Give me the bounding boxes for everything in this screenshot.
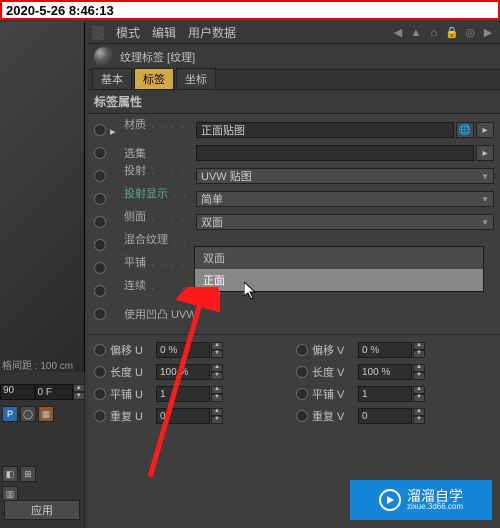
input-length-u[interactable]: [156, 364, 210, 380]
radio-length-u[interactable]: [94, 366, 106, 378]
circle-icon-button[interactable]: ◯: [20, 406, 36, 422]
row-selection: 选集 ▸: [94, 142, 494, 164]
tool-icon-1[interactable]: ◧: [2, 466, 18, 482]
input-material[interactable]: [196, 122, 454, 138]
watermark-brand: 溜溜自学: [407, 489, 463, 503]
radio-tile-v[interactable]: [296, 388, 308, 400]
target-icon[interactable]: ◎: [462, 25, 478, 41]
radio-tile[interactable]: [94, 262, 106, 274]
label-repeat-v: 重复 V: [312, 408, 358, 424]
lock-icon[interactable]: 🔒: [444, 25, 460, 41]
radio-length-v[interactable]: [296, 366, 308, 378]
props-body: ▸ 材质 . . . . . 🌐 ▸ 选集 ▸: [88, 114, 500, 330]
frame-field[interactable]: 90: [0, 384, 35, 400]
label-repeat-u: 重复 U: [110, 408, 156, 424]
row-usebump: 使用凹凸 UVW: [94, 303, 494, 325]
section-header: 标签属性: [88, 90, 500, 114]
dropdown-projdisplay[interactable]: 简单▼: [196, 191, 494, 207]
radio-usebump[interactable]: [94, 308, 106, 320]
menu-userdata[interactable]: 用户数据: [182, 24, 242, 41]
spin-up-icon[interactable]: ▲: [211, 342, 223, 350]
row-material: ▸ 材质 . . . . . 🌐 ▸: [94, 119, 494, 141]
grip-icon[interactable]: [92, 26, 104, 40]
radio-blend[interactable]: [94, 239, 106, 251]
radio-repeat-v[interactable]: [296, 410, 308, 422]
nav-fwd-icon[interactable]: ▶: [480, 25, 496, 41]
timestamp-bar: 2020-5-26 8:46:13: [0, 0, 500, 20]
grid-spacing-label: 格间距 : 100 cm: [2, 357, 73, 372]
input-tile-v[interactable]: [358, 386, 412, 402]
label-selection: 选集: [124, 145, 196, 161]
p-icon-button[interactable]: P: [2, 406, 18, 422]
input-offset-u[interactable]: [156, 342, 210, 358]
top-toolbar: 模式 编辑 用户数据 ◀ ▲ ⌂ 🔒 ◎ ▶: [88, 22, 500, 44]
tab-tag[interactable]: 标签: [134, 68, 174, 89]
radio-continuous[interactable]: [94, 285, 106, 297]
material-picker-icon[interactable]: ▸: [476, 122, 494, 138]
radio-projdisplay[interactable]: [94, 193, 106, 205]
nav-up-icon[interactable]: ▲: [408, 25, 424, 41]
left-panel: 格间距 : 100 cm 90 ▲ ▼ P ◯ ▦ ◧ ⊞ ▥: [0, 22, 85, 528]
tab-basic[interactable]: 基本: [92, 68, 132, 89]
side-dropdown-popup: 双面 正面: [194, 246, 484, 292]
nav-home-icon[interactable]: ⌂: [426, 25, 442, 41]
label-offset-v: 偏移 V: [312, 342, 358, 358]
label-usebump: 使用凹凸 UVW: [124, 306, 197, 322]
watermark: 溜溜自学 zixue.3d66.com: [350, 480, 492, 520]
uv-grid: 偏移 U ▲▼ 偏移 V ▲▼ 长度 U ▲▼: [88, 334, 500, 431]
link-icon: ▸: [110, 125, 120, 135]
label-length-v: 长度 V: [312, 364, 358, 380]
watermark-url: zixue.3d66.com: [407, 503, 463, 511]
temperature-field[interactable]: [35, 384, 73, 400]
label-offset-u: 偏移 U: [110, 342, 156, 358]
timestamp-text: 2020-5-26 8:46:13: [6, 3, 114, 18]
input-repeat-u[interactable]: [156, 408, 210, 424]
label-continuous: 连续 . . . . .: [124, 277, 196, 305]
label-tile-u: 平铺 U: [110, 386, 156, 402]
tabs-row: 基本 标签 坐标: [88, 70, 500, 90]
radio-side[interactable]: [94, 216, 106, 228]
radio-material[interactable]: [94, 124, 106, 136]
spin-up[interactable]: ▲: [73, 384, 85, 392]
play-icon: [379, 489, 401, 511]
material-preview-icon[interactable]: 🌐: [456, 122, 474, 138]
dropdown-option-both[interactable]: 双面: [195, 247, 483, 269]
label-material: 材质 . . . . .: [124, 116, 196, 144]
selection-picker-icon[interactable]: ▸: [476, 145, 494, 161]
radio-offset-u[interactable]: [94, 344, 106, 356]
row-projection: 投射 . . . . . UVW 贴图▼: [94, 165, 494, 187]
input-tile-u[interactable]: [156, 386, 210, 402]
dropdown-side[interactable]: 双面▼: [196, 214, 494, 230]
row-side: 侧面 . . . . . 双面▼: [94, 211, 494, 233]
tab-coord[interactable]: 坐标: [176, 68, 216, 89]
dropdown-projection[interactable]: UVW 贴图▼: [196, 168, 494, 184]
dropdown-option-front[interactable]: 正面: [195, 269, 483, 291]
film-icon-button[interactable]: ▦: [38, 406, 54, 422]
material-sphere-icon: [94, 47, 114, 67]
input-selection[interactable]: [196, 145, 474, 161]
label-length-u: 长度 U: [110, 364, 156, 380]
radio-offset-v[interactable]: [296, 344, 308, 356]
menu-edit[interactable]: 编辑: [146, 24, 182, 41]
spin-down[interactable]: ▼: [73, 392, 85, 400]
tool-icon-2[interactable]: ⊞: [20, 466, 36, 482]
menu-mode[interactable]: 模式: [110, 24, 146, 41]
input-repeat-v[interactable]: [358, 408, 412, 424]
radio-tile-u[interactable]: [94, 388, 106, 400]
header-title: 纹理标签 [纹理]: [120, 49, 195, 65]
bottom-left-controls: 90 ▲ ▼ P ◯ ▦ ◧ ⊞ ▥: [0, 380, 85, 504]
tag-header: 纹理标签 [纹理]: [88, 44, 500, 70]
row-projdisplay: 投射显示 . . . . 简单▼: [94, 188, 494, 210]
apply-button[interactable]: 应用: [4, 500, 80, 520]
input-offset-v[interactable]: [358, 342, 412, 358]
radio-selection[interactable]: [94, 147, 106, 159]
input-length-v[interactable]: [358, 364, 412, 380]
label-tile-v: 平铺 V: [312, 386, 358, 402]
radio-projection[interactable]: [94, 170, 106, 182]
content-area: 格间距 : 100 cm 90 ▲ ▼ P ◯ ▦ ◧ ⊞ ▥: [0, 22, 500, 528]
viewport-sliver[interactable]: [0, 22, 85, 372]
nav-back-icon[interactable]: ◀: [390, 25, 406, 41]
radio-repeat-u[interactable]: [94, 410, 106, 422]
spin-down-icon[interactable]: ▼: [211, 350, 223, 358]
